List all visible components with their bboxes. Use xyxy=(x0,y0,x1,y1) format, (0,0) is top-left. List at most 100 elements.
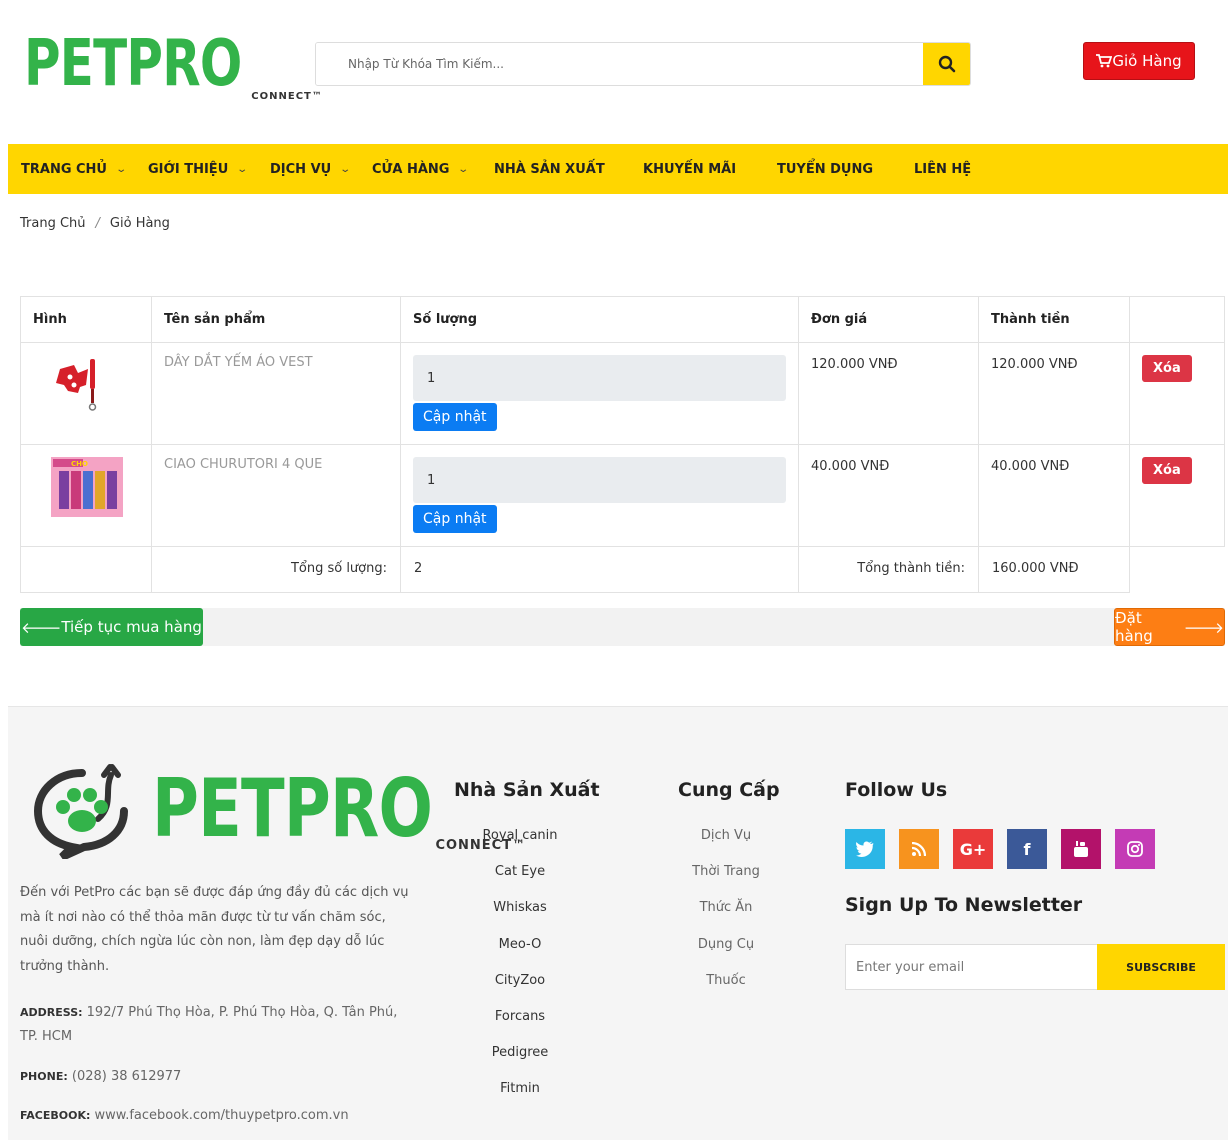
footer-logo[interactable]: PETPRO CONNECT™ xyxy=(20,759,525,859)
cart-button-label: Giỏ Hàng xyxy=(1112,52,1182,70)
footer-link[interactable]: Cat Eye xyxy=(455,864,585,900)
search-bar xyxy=(315,42,971,86)
footer-link[interactable]: Dụng Cụ xyxy=(661,937,791,973)
site-header: PETPRO CONNECT™ Giỏ Hàng xyxy=(0,0,1228,140)
footer-about-text: Đến với PetPro các bạn sẽ được đáp ứng đ… xyxy=(20,885,409,974)
footer-link[interactable]: Pedigree xyxy=(455,1045,585,1081)
site-footer: PETPRO CONNECT™ Đến với PetPro các bạn s… xyxy=(8,706,1228,1140)
unit-price: 40.000 VNĐ xyxy=(811,459,890,474)
continue-shopping-button[interactable]: 🡐 Tiếp tục mua hàng xyxy=(20,608,203,646)
nav-item-contact[interactable]: LIÊN HỆ xyxy=(914,144,971,194)
chevron-down-icon: ⌄ xyxy=(236,163,249,175)
place-order-button[interactable]: Đặt hàng 🡒 xyxy=(1114,608,1225,646)
youtube-icon[interactable] xyxy=(1061,829,1101,869)
footer-phone: PHONE: (028) 38 612977 xyxy=(20,1065,410,1089)
newsletter-title: Sign Up To Newsletter xyxy=(845,894,1083,916)
quantity-input[interactable]: 1 xyxy=(413,457,786,503)
nav-item-about[interactable]: GIỚI THIỆU ⌄ xyxy=(148,144,249,194)
footer-link[interactable]: Meo-O xyxy=(455,937,585,973)
nav-item-label: KHUYẾN MÃI xyxy=(643,161,737,177)
search-input[interactable] xyxy=(316,43,923,85)
google-plus-icon[interactable]: G+ xyxy=(953,829,993,869)
footer-facebook-link[interactable]: www.facebook.com/thuypetpro.com.vn xyxy=(95,1108,349,1123)
newsletter-form: SUBSCRIBE xyxy=(845,944,1225,990)
delete-button[interactable]: Xóa xyxy=(1142,355,1192,382)
product-image-ciao-churutori[interactable]: CHO xyxy=(51,457,123,517)
unit-price-cell: 120.000 VNĐ xyxy=(798,342,979,445)
nav-item-label: NHÀ SẢN XUẤT xyxy=(494,161,605,177)
nav-item-services[interactable]: DỊCH VỤ ⌄ xyxy=(270,144,352,194)
delete-button[interactable]: Xóa xyxy=(1142,457,1192,484)
nav-item-careers[interactable]: TUYỂN DỤNG xyxy=(777,144,873,194)
cart-table: Hình Tên sản phẩm Số lượng Đơn giá Thành… xyxy=(20,296,1225,593)
product-image-vest-harness[interactable] xyxy=(52,355,102,415)
total-qty-label: Tổng số lượng: xyxy=(290,561,387,576)
nav-item-home[interactable]: TRANG CHỦ ⌄ xyxy=(21,144,127,194)
footer-link[interactable]: Thuốc xyxy=(661,973,791,1009)
social-links: G+ f xyxy=(845,829,1155,869)
continue-shopping-label: Tiếp tục mua hàng xyxy=(61,618,202,636)
footer-address-label: ADDRESS: xyxy=(20,1006,83,1019)
cart-icon xyxy=(1096,54,1113,68)
cart-button[interactable]: Giỏ Hàng xyxy=(1083,42,1195,80)
unit-price: 120.000 VNĐ xyxy=(811,357,898,372)
search-button[interactable] xyxy=(923,43,970,85)
twitter-icon[interactable] xyxy=(845,829,885,869)
instagram-icon[interactable] xyxy=(1115,829,1155,869)
footer-link[interactable]: Dịch Vụ xyxy=(661,828,791,864)
footer-link[interactable]: CityZoo xyxy=(455,973,585,1009)
total-qty-label-cell: Tổng số lượng: xyxy=(151,546,401,593)
nav-item-label: DỊCH VỤ xyxy=(270,161,332,177)
search-icon xyxy=(938,55,955,73)
chevron-down-icon: ⌄ xyxy=(457,163,470,175)
nav-item-promotions[interactable]: KHUYẾN MÃI xyxy=(643,144,736,194)
footer-link[interactable]: Thời Trang xyxy=(661,864,791,900)
update-button[interactable]: Cập nhật xyxy=(413,403,497,431)
footer-phone-value: (028) 38 612977 xyxy=(71,1069,182,1084)
breadcrumb-current: Giỏ Hàng xyxy=(109,216,170,231)
paw-stethoscope-icon xyxy=(33,764,128,859)
cart-actions: 🡐 Tiếp tục mua hàng Đặt hàng 🡒 xyxy=(20,608,1225,646)
nav-item-label: LIÊN HỆ xyxy=(914,161,972,177)
logo-subtext: CONNECT™ xyxy=(251,91,323,102)
svg-text:CHO: CHO xyxy=(71,460,88,468)
subscribe-button[interactable]: SUBSCRIBE xyxy=(1097,944,1225,990)
quantity-cell: 1 Cập nhật xyxy=(400,444,799,547)
column-header-image: Hình xyxy=(20,296,152,343)
footer-supply-list: Dịch Vụ Thời Trang Thức Ăn Dụng Cụ Thuốc xyxy=(661,828,791,1009)
line-total: 40.000 VNĐ xyxy=(991,459,1070,474)
facebook-icon[interactable]: f xyxy=(1007,829,1047,869)
site-logo[interactable]: PETPRO CONNECT™ xyxy=(18,12,322,116)
quantity-cell: 1 Cập nhật xyxy=(400,342,799,445)
unit-price-cell: 40.000 VNĐ xyxy=(798,444,979,547)
total-amount-cell: 160.000 VNĐ xyxy=(978,546,1130,593)
footer-link[interactable]: Royal canin xyxy=(455,828,585,864)
table-row: DÂY DẮT YẾM ÁO VEST 1 Cập nhật 120.000 V… xyxy=(20,342,1225,445)
column-header-total: Thành tiền xyxy=(978,296,1130,343)
quantity-input[interactable]: 1 xyxy=(413,355,786,401)
footer-supply-title: Cung Cấp xyxy=(678,779,780,801)
footer-link[interactable]: Whiskas xyxy=(455,900,585,936)
product-name[interactable]: CIAO CHURUTORI 4 QUE xyxy=(152,445,400,484)
breadcrumb-home[interactable]: Trang Chủ xyxy=(20,216,86,231)
update-button[interactable]: Cập nhật xyxy=(413,505,497,533)
main-nav: TRANG CHỦ ⌄ GIỚI THIỆU ⌄ DỊCH VỤ ⌄ CỬA HÀNG… xyxy=(8,144,1228,194)
newsletter-email-input[interactable] xyxy=(845,944,1097,990)
total-qty-value: 2 xyxy=(414,561,423,576)
product-image-cell: CHO xyxy=(20,444,152,547)
breadcrumb-separator: / xyxy=(95,216,100,231)
footer-facebook-label: FACEBOOK: xyxy=(20,1109,91,1122)
footer-link[interactable]: Fitmin xyxy=(455,1081,585,1117)
footer-link[interactable]: Forcans xyxy=(455,1009,585,1045)
line-total: 120.000 VNĐ xyxy=(991,357,1078,372)
nav-item-shop[interactable]: CỬA HÀNG ⌄ xyxy=(372,144,470,194)
chevron-down-icon: ⌄ xyxy=(339,163,352,175)
logo-text: PETPRO xyxy=(24,27,242,101)
nav-item-manufacturers[interactable]: NHÀ SẢN XUẤT xyxy=(494,144,605,194)
footer-link[interactable]: Thức Ăn xyxy=(661,900,791,936)
rss-icon[interactable] xyxy=(899,829,939,869)
product-name[interactable]: DÂY DẮT YẾM ÁO VEST xyxy=(152,343,400,382)
product-name-cell: CIAO CHURUTORI 4 QUE xyxy=(151,444,401,547)
product-name-cell: DÂY DẮT YẾM ÁO VEST xyxy=(151,342,401,445)
totals-row: Tổng số lượng: 2 Tổng thành tiền: 160.00… xyxy=(20,546,1225,593)
